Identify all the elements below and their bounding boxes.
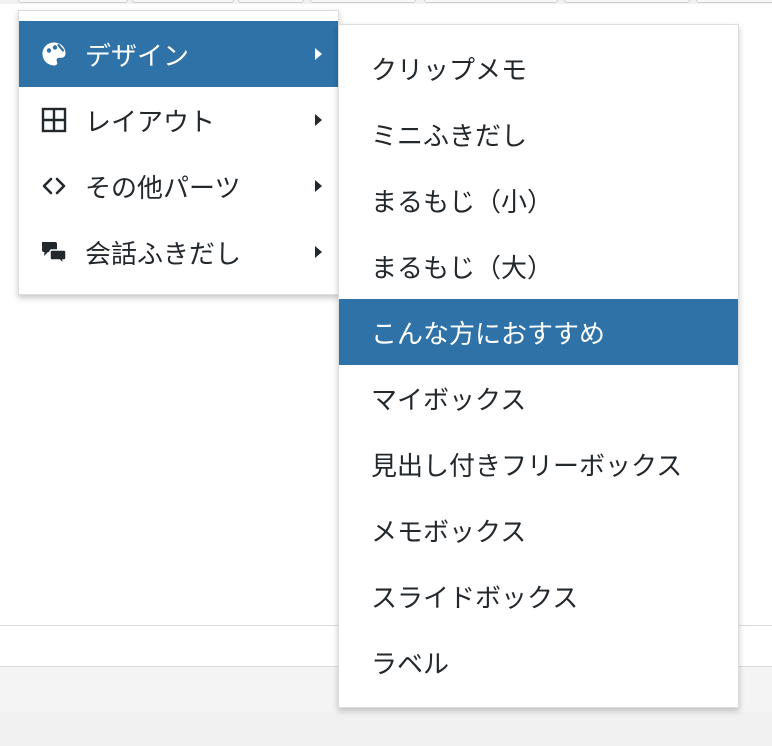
submenu-item-my-box[interactable]: マイボックス <box>339 365 738 431</box>
grid-icon <box>39 105 69 135</box>
submenu-item-label-tag[interactable]: ラベル <box>339 629 738 695</box>
submenu-item-round-text-small[interactable]: まるもじ（小） <box>339 167 738 233</box>
submenu-item-mini-bubble[interactable]: ミニふきだし <box>339 101 738 167</box>
toolbar-button[interactable] <box>18 0 128 3</box>
submenu-item-label: ラベル <box>371 649 450 680</box>
submenu-item-label: 見出し付きフリーボックス <box>371 451 683 482</box>
menu-item-conversation[interactable]: 会話ふきだし <box>19 219 338 285</box>
menu-item-label: その他パーツ <box>85 173 241 204</box>
toolbar-button[interactable] <box>132 0 234 3</box>
caret-right-icon <box>315 246 322 258</box>
design-submenu: クリップメモ ミニふきだし まるもじ（小） まるもじ（大） こんな方におすすめ … <box>338 24 739 708</box>
menu-item-design[interactable]: デザイン <box>19 21 338 87</box>
menu-item-label: レイアウト <box>85 107 216 138</box>
shortcode-menu: デザイン レイアウト その他パーツ 会話ふきだし <box>18 10 339 295</box>
toolbar-button[interactable] <box>564 0 690 3</box>
menu-item-other-parts[interactable]: その他パーツ <box>19 153 338 219</box>
code-icon <box>39 171 69 201</box>
submenu-item-titled-free-box[interactable]: 見出し付きフリーボックス <box>339 431 738 497</box>
submenu-item-label: ミニふきだし <box>371 121 528 152</box>
submenu-item-label: まるもじ（小） <box>371 187 554 218</box>
toolbar-button[interactable] <box>696 0 772 3</box>
caret-right-icon <box>315 180 322 192</box>
menu-item-label: 会話ふきだし <box>85 239 242 270</box>
speech-bubbles-icon <box>39 237 69 267</box>
submenu-item-label: メモボックス <box>371 517 527 548</box>
submenu-item-label: まるもじ（大） <box>371 253 554 284</box>
caret-right-icon <box>315 114 322 126</box>
submenu-item-label: クリップメモ <box>371 55 528 86</box>
menu-item-layout[interactable]: レイアウト <box>19 87 338 153</box>
toolbar-button[interactable] <box>310 0 416 3</box>
submenu-item-label: こんな方におすすめ <box>371 319 606 350</box>
submenu-item-round-text-large[interactable]: まるもじ（大） <box>339 233 738 299</box>
caret-right-icon <box>315 48 322 60</box>
toolbar-button[interactable] <box>424 0 558 3</box>
menu-item-label: デザイン <box>85 41 190 72</box>
submenu-item-memo-box[interactable]: メモボックス <box>339 497 738 563</box>
submenu-item-slide-box[interactable]: スライドボックス <box>339 563 738 629</box>
editor-footer <box>0 712 772 746</box>
submenu-item-clip-memo[interactable]: クリップメモ <box>339 35 738 101</box>
submenu-item-recommended-for[interactable]: こんな方におすすめ <box>339 299 738 365</box>
submenu-item-label: スライドボックス <box>371 583 579 614</box>
palette-icon <box>39 39 69 69</box>
submenu-item-label: マイボックス <box>371 385 527 416</box>
toolbar-button[interactable] <box>238 0 304 3</box>
